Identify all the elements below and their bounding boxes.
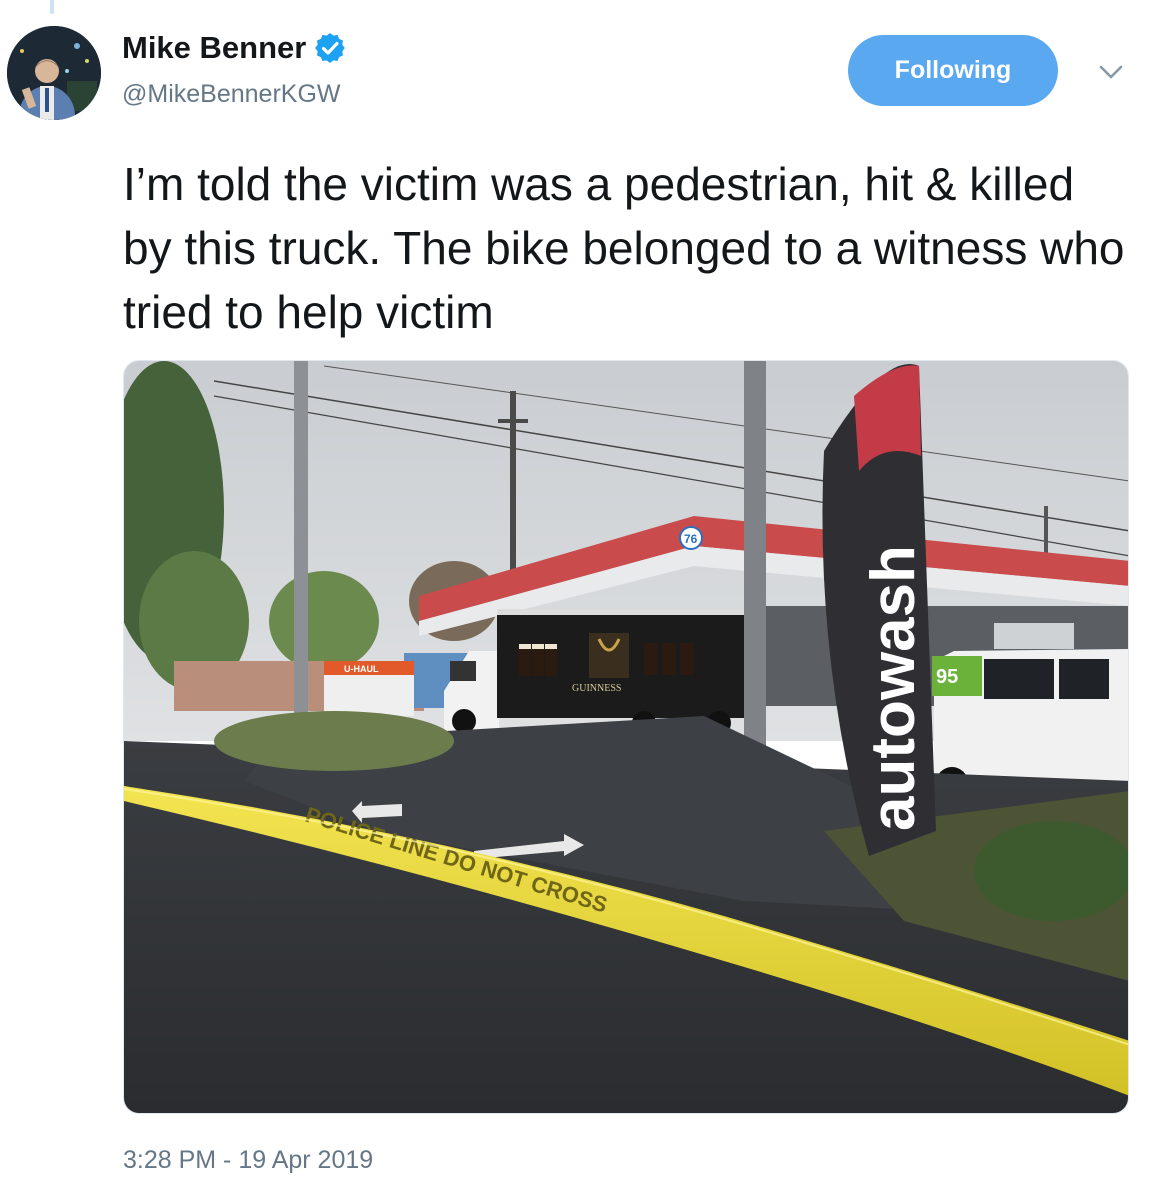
following-button[interactable]: Following [848,35,1058,106]
tweet-photo[interactable]: 76 U-HAUL GUINNESS 95 autowash POLICE LI… [123,360,1129,1114]
tweet-timestamp[interactable]: 3:28 PM - 19 Apr 2019 [123,1146,373,1175]
van-logo: 95 [936,666,958,688]
truck-brand-label: GUINNESS [572,683,621,694]
profile-photo [7,26,101,120]
thread-connector-line [50,0,54,14]
tweet-text: I’m told the victim was a pedestrian, hi… [123,158,1125,338]
timestamp-link[interactable]: 3:28 PM - 19 Apr 2019 [123,1146,373,1174]
photo-gas-station-scene: 76 U-HAUL GUINNESS 95 autowash POLICE LI… [124,361,1128,1113]
author-name-row[interactable]: Mike Benner [122,30,346,66]
verified-badge-icon [315,32,346,64]
author-handle[interactable]: @MikeBennerKGW [122,80,341,109]
display-name[interactable]: Mike Benner [122,30,306,66]
avatar[interactable] [7,26,101,120]
uhaul-label: U-HAUL [344,664,379,674]
banner-text: autowash [859,545,928,831]
chevron-down-icon[interactable] [1096,60,1126,84]
station-logo: 76 [684,532,698,546]
